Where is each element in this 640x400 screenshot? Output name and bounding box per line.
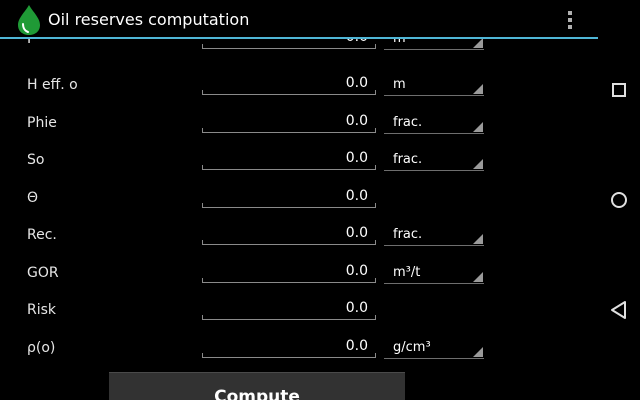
field-label: ρ(o) xyxy=(27,340,56,356)
field-label: GOR xyxy=(27,265,59,281)
spinner-arrow-icon xyxy=(473,122,483,132)
unit-value: frac. xyxy=(393,227,423,242)
field-row-phie: Phie frac. xyxy=(0,104,598,142)
field-underline xyxy=(202,203,376,208)
field-f-input[interactable] xyxy=(202,39,376,48)
spinner-arrow-icon xyxy=(473,39,483,48)
field-gor-input[interactable] xyxy=(202,260,376,282)
spinner-arrow-icon xyxy=(473,347,483,357)
field-row-gor: GOR m³/t xyxy=(0,254,598,292)
field-rho-o-input[interactable] xyxy=(202,335,376,357)
app-window: Oil reserves computation F m² H eff. o m xyxy=(0,0,598,400)
spinner-underline xyxy=(384,245,484,246)
unit-value: g/cm³ xyxy=(393,340,431,355)
field-label: Θ xyxy=(27,190,39,206)
spinner-underline xyxy=(384,95,484,96)
field-underline xyxy=(202,90,376,95)
input-form: F m² H eff. o m Phie frac. xyxy=(0,39,598,400)
unit-spinner-rec[interactable]: frac. xyxy=(384,224,484,246)
overflow-menu-icon[interactable] xyxy=(561,9,579,31)
spinner-underline xyxy=(384,133,484,134)
field-underline xyxy=(202,315,376,320)
app-title: Oil reserves computation xyxy=(48,10,250,29)
unit-spinner-phie[interactable]: frac. xyxy=(384,112,484,134)
spinner-arrow-icon xyxy=(473,234,483,244)
field-row-theta: Θ xyxy=(0,179,598,217)
field-underline xyxy=(202,353,376,358)
compute-button[interactable]: Compute xyxy=(109,372,405,400)
field-row-rho-o: ρ(o) g/cm³ xyxy=(0,329,598,367)
spinner-arrow-icon xyxy=(473,272,483,282)
unit-spinner-gor[interactable]: m³/t xyxy=(384,262,484,284)
unit-value: m² xyxy=(393,39,411,46)
spinner-arrow-icon xyxy=(473,84,483,94)
field-theta-input[interactable] xyxy=(202,185,376,207)
field-underline xyxy=(202,128,376,133)
field-rec-input[interactable] xyxy=(202,222,376,244)
system-nav-bar xyxy=(598,0,640,400)
field-risk-input[interactable] xyxy=(202,297,376,319)
spinner-underline xyxy=(384,49,484,50)
unit-value: frac. xyxy=(393,152,423,167)
home-circle-icon[interactable] xyxy=(606,187,632,213)
field-label: Risk xyxy=(27,302,57,318)
field-row-risk: Risk xyxy=(0,291,598,329)
field-label: So xyxy=(27,152,45,168)
unit-value: m³/t xyxy=(393,265,421,280)
field-underline xyxy=(202,278,376,283)
field-row-f: F m² xyxy=(0,39,598,67)
unit-spinner-so[interactable]: frac. xyxy=(384,149,484,171)
field-row-rec: Rec. frac. xyxy=(0,216,598,254)
field-underline xyxy=(202,44,376,49)
field-phie-input[interactable] xyxy=(202,110,376,132)
field-row-so: So frac. xyxy=(0,141,598,179)
field-label: F xyxy=(27,39,36,47)
unit-value: frac. xyxy=(393,115,423,130)
field-so-input[interactable] xyxy=(202,147,376,169)
back-triangle-icon[interactable] xyxy=(606,297,632,323)
unit-spinner-rho-o[interactable]: g/cm³ xyxy=(384,337,484,359)
spinner-arrow-icon xyxy=(473,159,483,169)
field-label: Phie xyxy=(27,115,57,131)
field-label: Rec. xyxy=(27,227,57,243)
spinner-underline xyxy=(384,170,484,171)
action-bar: Oil reserves computation xyxy=(0,0,598,39)
field-row-h-eff: H eff. o m xyxy=(0,66,598,104)
unit-value: m xyxy=(393,77,406,92)
field-h-eff-input[interactable] xyxy=(202,72,376,94)
field-label: H eff. o xyxy=(27,77,78,93)
spinner-underline xyxy=(384,358,484,359)
spinner-underline xyxy=(384,283,484,284)
field-underline xyxy=(202,240,376,245)
recents-square-icon[interactable] xyxy=(606,77,632,103)
unit-spinner-f[interactable]: m² xyxy=(384,39,484,50)
field-underline xyxy=(202,165,376,170)
unit-spinner-h-eff[interactable]: m xyxy=(384,74,484,96)
oil-drop-icon xyxy=(18,5,40,35)
